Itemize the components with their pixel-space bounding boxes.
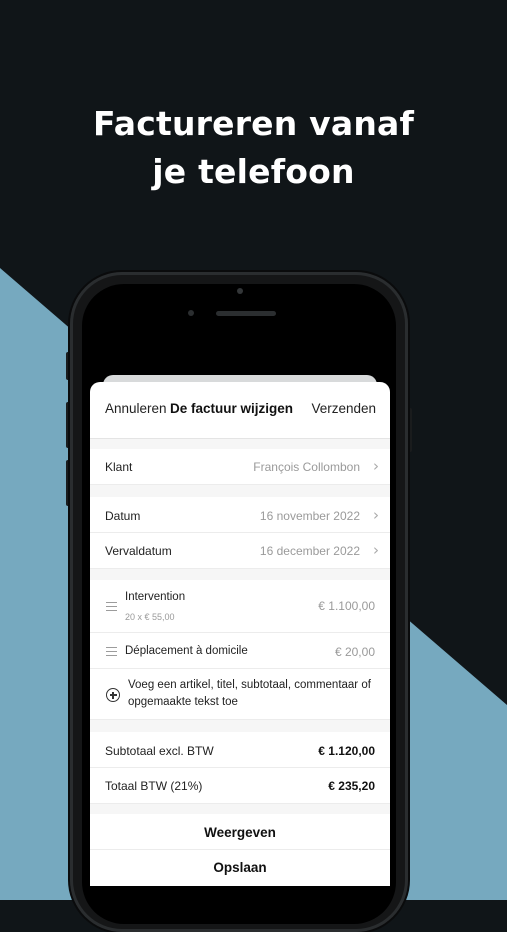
chevron-right-icon: › <box>373 541 379 559</box>
save-button[interactable]: Opslaan <box>90 860 390 875</box>
section-gap <box>90 804 390 814</box>
headline-line2: je telefoon <box>152 152 355 191</box>
client-value: François Collombon <box>253 460 360 474</box>
front-camera-icon <box>188 310 194 316</box>
headline-line1: Factureren vanaf <box>92 104 415 143</box>
due-date-row[interactable]: Vervaldatum 16 december 2022 › <box>90 533 390 569</box>
sheet-title: De factuur wijzigen <box>170 401 294 416</box>
section-gap <box>90 439 390 449</box>
chevron-right-icon: › <box>373 457 379 475</box>
add-circle-icon <box>106 688 120 702</box>
save-row: Opslaan <box>90 850 390 886</box>
vat-value: € 235,20 <box>328 779 375 793</box>
vat-label: Totaal BTW (21%) <box>105 779 203 793</box>
nav-bar: Annuleren De factuur wijzigen Verzenden <box>90 382 390 439</box>
cancel-button[interactable]: Annuleren <box>105 401 167 416</box>
phone-power-button <box>408 408 412 452</box>
date-row[interactable]: Datum 16 november 2022 › <box>90 497 390 533</box>
section-gap <box>90 485 390 497</box>
subtotal-value: € 1.120,00 <box>318 744 375 758</box>
section-gap <box>90 720 390 732</box>
client-label: Klant <box>105 460 133 474</box>
client-row[interactable]: Klant François Collombon › <box>90 449 390 485</box>
vat-row: Totaal BTW (21%) € 235,20 <box>90 768 390 804</box>
subtotal-row: Subtotaal excl. BTW € 1.120,00 <box>90 732 390 768</box>
drag-handle-icon[interactable] <box>106 647 117 656</box>
line-item-title: Déplacement à domicile <box>125 645 248 657</box>
section-gap <box>90 569 390 580</box>
line-item-row[interactable]: Intervention 20 x € 55,00 € 1.100,00 <box>90 580 390 633</box>
date-label: Datum <box>105 509 141 523</box>
line-item-amount: € 20,00 <box>334 645 375 659</box>
view-button[interactable]: Weergeven <box>90 825 390 840</box>
add-line-row[interactable]: Voeg een artikel, titel, subtotaal, comm… <box>90 669 390 720</box>
add-line-text: Voeg een artikel, titel, subtotaal, comm… <box>128 679 371 708</box>
line-item-row[interactable]: Déplacement à domicile € 20,00 <box>90 633 390 669</box>
line-item-amount: € 1.100,00 <box>318 599 375 613</box>
edit-invoice-sheet: Annuleren De factuur wijzigen Verzenden … <box>90 382 390 886</box>
drag-handle-icon[interactable] <box>106 602 117 611</box>
camera-icon <box>237 288 243 294</box>
headline: Factureren vanaf je telefoon <box>0 100 507 196</box>
subtotal-label: Subtotaal excl. BTW <box>105 744 214 758</box>
line-item-detail: 20 x € 55,00 <box>125 612 175 622</box>
line-item-title: Intervention <box>125 591 186 603</box>
chevron-right-icon: › <box>373 506 379 524</box>
speaker-grille <box>216 311 276 316</box>
view-row: Weergeven <box>90 814 390 850</box>
due-date-value: 16 december 2022 <box>259 544 360 558</box>
send-button[interactable]: Verzenden <box>311 401 376 416</box>
due-date-label: Vervaldatum <box>105 544 172 558</box>
date-value: 16 november 2022 <box>259 509 360 523</box>
